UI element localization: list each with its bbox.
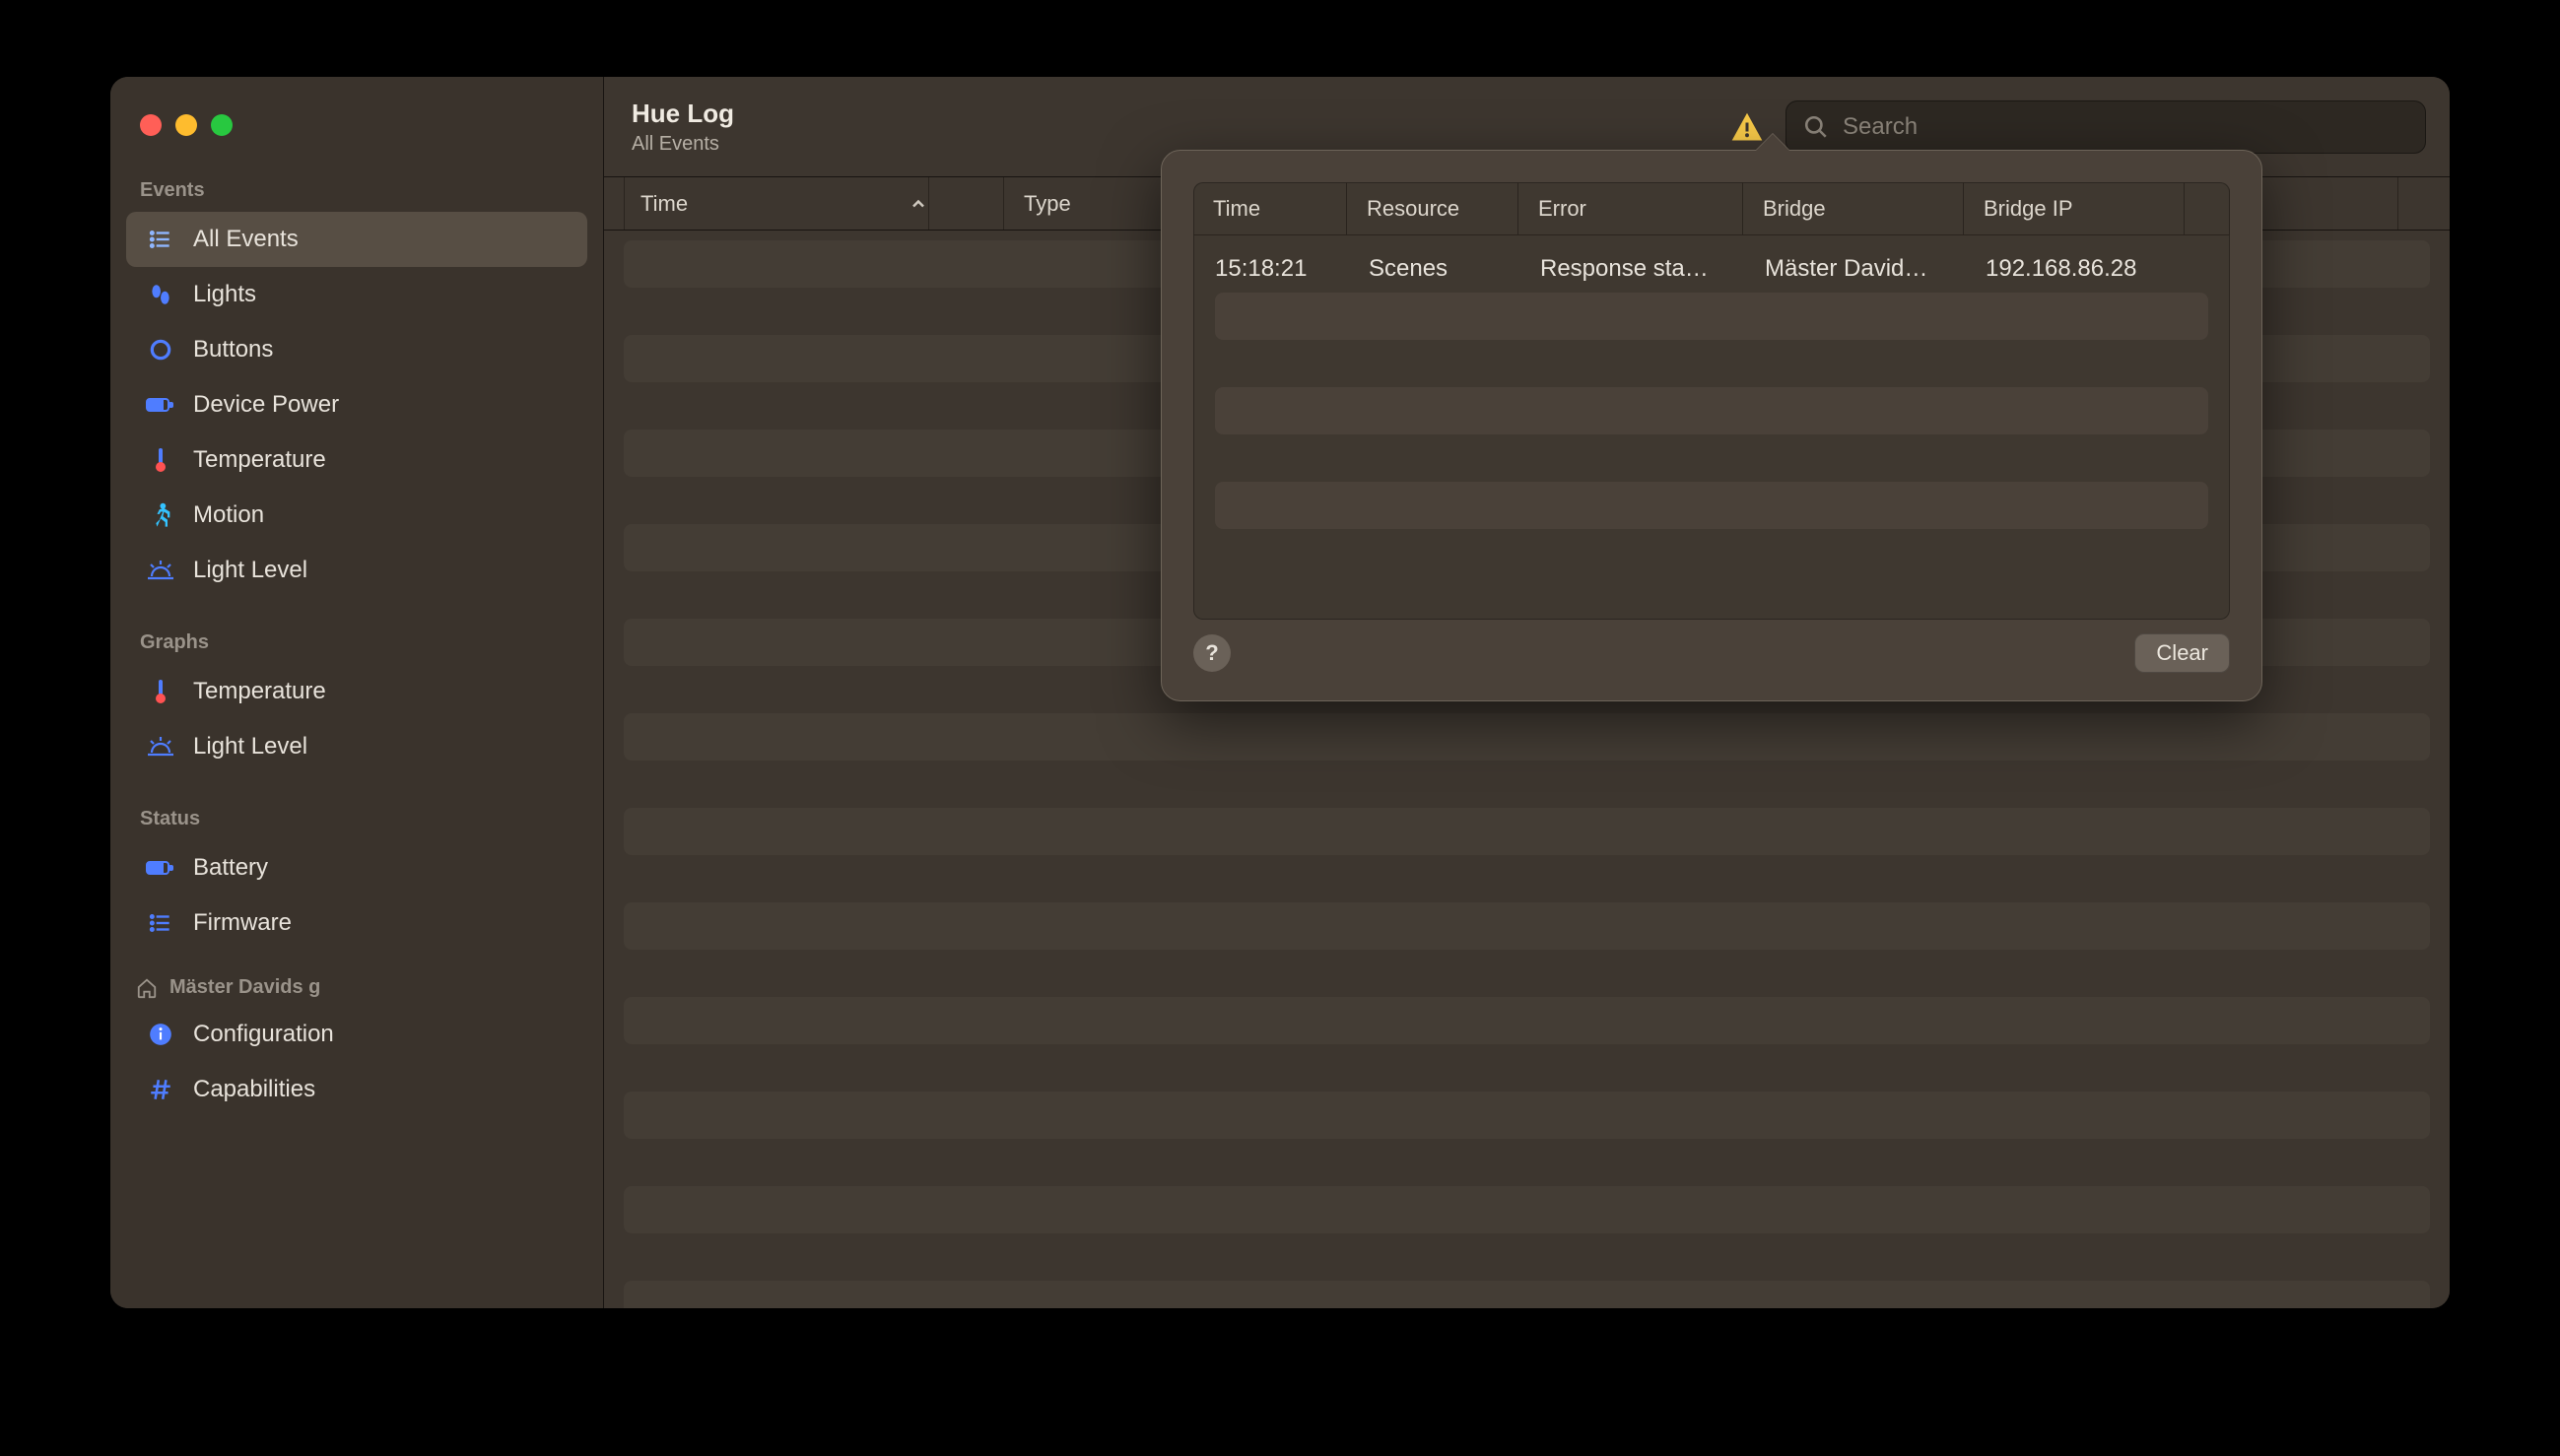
search-field[interactable] (1785, 100, 2426, 154)
sunrise-icon (146, 734, 175, 760)
cell-time: 15:18:21 (1215, 255, 1369, 283)
table-row[interactable] (624, 1281, 2430, 1308)
list-icon (146, 227, 175, 252)
table-row (1215, 387, 2208, 434)
sidebar-item-label: Light Level (193, 557, 307, 584)
column-header-bridge[interactable]: Bridge (1743, 182, 1964, 234)
app-window: Events All Events Lights Buttons Device … (110, 77, 2450, 1308)
cell-bridge: Mäster David… (1765, 255, 1986, 283)
cell-bridge-ip: 192.168.86.28 (1986, 255, 2206, 283)
search-input[interactable] (1843, 113, 2408, 141)
sidebar-item-label: Light Level (193, 733, 307, 761)
section-header-bridge: Mäster Davids g (110, 951, 603, 1007)
battery-icon (146, 855, 175, 881)
list-icon (146, 910, 175, 936)
table-row[interactable] (624, 1092, 2430, 1139)
sidebar-item-graph-light-level[interactable]: Light Level (126, 719, 587, 774)
sidebar-item-firmware[interactable]: Firmware (126, 895, 587, 951)
column-header-blank[interactable] (929, 177, 1004, 230)
column-header-bridge-ip[interactable]: Bridge IP (1964, 182, 2185, 234)
column-header-time[interactable]: Time (624, 177, 929, 230)
circle-icon (146, 337, 175, 363)
window-close-button[interactable] (140, 114, 162, 136)
sidebar-item-label: All Events (193, 226, 299, 253)
warnings-popover: Time Resource Error Bridge Bridge IP 15:… (1161, 150, 2262, 701)
table-row[interactable] (624, 713, 2430, 761)
thermometer-icon (146, 678, 175, 705)
traffic-lights (110, 91, 603, 165)
sidebar-item-label: Buttons (193, 336, 273, 364)
sidebar-item-motion[interactable]: Motion (126, 488, 587, 543)
chevron-up-icon (909, 194, 928, 214)
info-icon (146, 1022, 175, 1047)
section-label-graphs: Graphs (110, 598, 603, 664)
footsteps-icon (146, 282, 175, 307)
sidebar-item-capabilities[interactable]: Capabilities (126, 1062, 587, 1117)
table-row[interactable] (624, 1186, 2430, 1233)
column-header-error[interactable]: Error (1518, 182, 1743, 234)
sidebar-item-buttons[interactable]: Buttons (126, 322, 587, 377)
table-row (1215, 482, 2208, 529)
sidebar-item-label: Temperature (193, 446, 326, 474)
sidebar-item-label: Configuration (193, 1021, 334, 1048)
window-zoom-button[interactable] (211, 114, 233, 136)
sidebar-item-light-level[interactable]: Light Level (126, 543, 587, 598)
sidebar-item-battery[interactable]: Battery (126, 840, 587, 895)
cell-resource: Scenes (1369, 255, 1540, 283)
section-header-label: Mäster Davids g (169, 976, 320, 999)
sidebar-item-label: Capabilities (193, 1076, 315, 1103)
sidebar-item-label: Battery (193, 854, 268, 882)
table-row[interactable] (624, 997, 2430, 1044)
thermometer-icon (146, 446, 175, 474)
sunrise-icon (146, 558, 175, 583)
sidebar-item-label: Device Power (193, 391, 339, 419)
window-minimize-button[interactable] (175, 114, 197, 136)
search-icon (1803, 114, 1829, 140)
table-row (1215, 293, 2208, 340)
column-header-time[interactable]: Time (1193, 182, 1347, 234)
column-header-label: Type (1024, 191, 1071, 217)
motion-icon (146, 501, 175, 529)
sidebar-item-graph-temperature[interactable]: Temperature (126, 664, 587, 719)
window-title: Hue Log (632, 99, 734, 129)
sidebar-item-lights[interactable]: Lights (126, 267, 587, 322)
main-content: Hue Log All Events Time Type (604, 77, 2450, 1308)
table-row[interactable]: 15:18:21 Scenes Response sta… Mäster Dav… (1215, 245, 2208, 293)
warnings-table-body: 15:18:21 Scenes Response sta… Mäster Dav… (1193, 235, 2230, 620)
section-label-events: Events (110, 165, 603, 212)
help-button[interactable]: ? (1193, 634, 1231, 672)
window-subtitle: All Events (632, 133, 734, 156)
sidebar-item-label: Firmware (193, 909, 292, 937)
popover-arrow (1755, 134, 1790, 152)
sidebar-item-label: Lights (193, 281, 256, 308)
sidebar-item-all-events[interactable]: All Events (126, 212, 587, 267)
column-header-label: Time (640, 191, 688, 217)
sidebar-item-label: Motion (193, 501, 264, 529)
sidebar-item-configuration[interactable]: Configuration (126, 1007, 587, 1062)
column-header-resource[interactable]: Resource (1347, 182, 1518, 234)
sidebar-item-temperature[interactable]: Temperature (126, 432, 587, 488)
clear-button[interactable]: Clear (2134, 633, 2230, 673)
section-label-status: Status (110, 774, 603, 840)
sidebar-item-device-power[interactable]: Device Power (126, 377, 587, 432)
house-icon (134, 977, 160, 999)
warnings-table: Time Resource Error Bridge Bridge IP 15:… (1193, 182, 2230, 620)
title-block: Hue Log All Events (632, 99, 734, 156)
table-row[interactable] (624, 902, 2430, 950)
sidebar-item-label: Temperature (193, 678, 326, 705)
hash-icon (146, 1077, 175, 1102)
table-row[interactable] (624, 808, 2430, 855)
cell-error: Response sta… (1540, 255, 1765, 283)
sidebar: Events All Events Lights Buttons Device … (110, 77, 604, 1308)
battery-icon (146, 392, 175, 418)
popover-footer: ? Clear (1193, 633, 2230, 673)
warnings-table-header: Time Resource Error Bridge Bridge IP (1193, 182, 2230, 235)
